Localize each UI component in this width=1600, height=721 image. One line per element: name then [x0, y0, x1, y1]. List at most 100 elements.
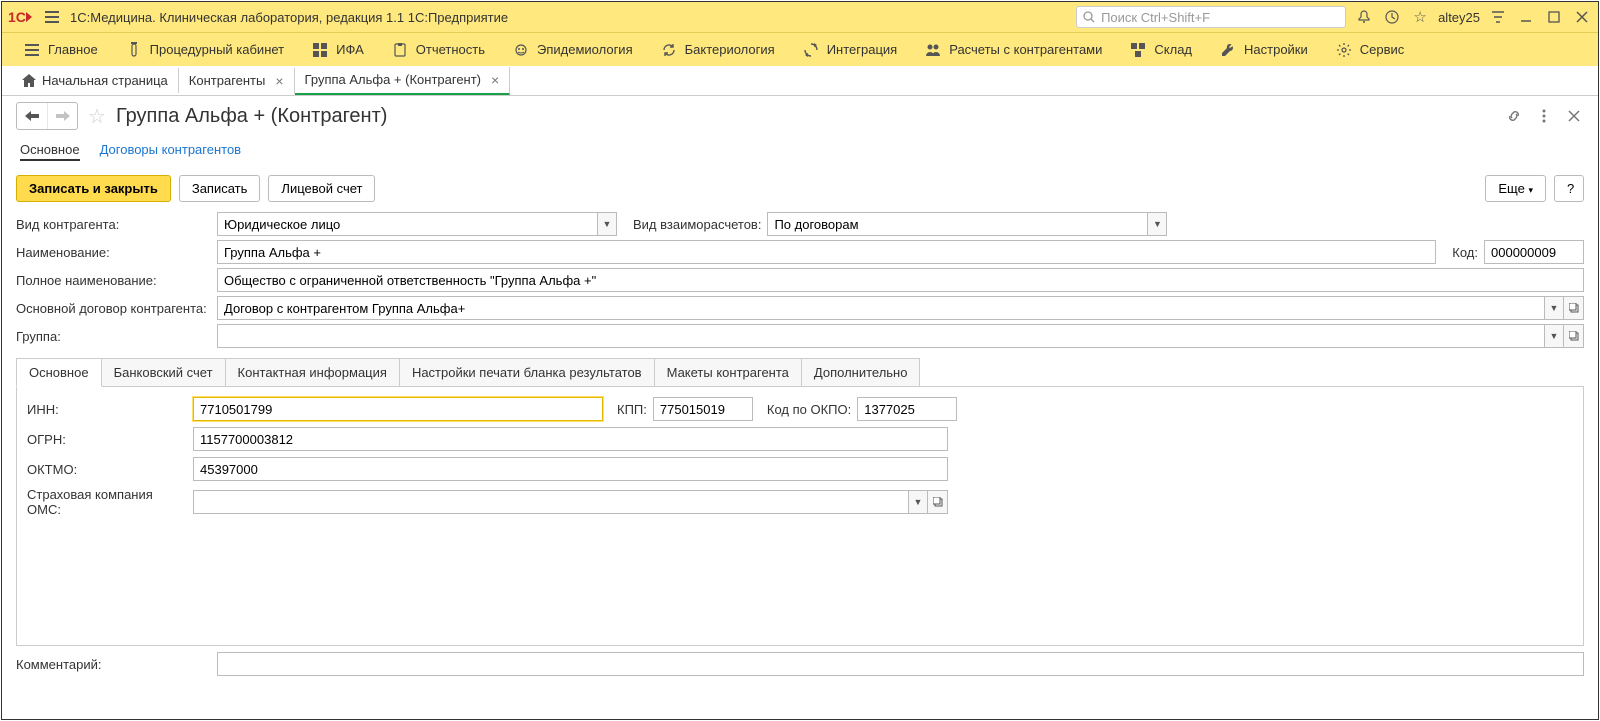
menu-contractors[interactable]: Расчеты с контрагентами	[913, 38, 1114, 62]
close-form-icon[interactable]	[1564, 106, 1584, 126]
bc-tab1-label: Группа Альфа + (Контрагент)	[305, 72, 481, 87]
name-input[interactable]	[217, 240, 1436, 264]
tab-print[interactable]: Настройки печати бланка результатов	[399, 358, 655, 386]
form-grid: Вид контрагента: ▼ Вид взаиморасчетов: ▼…	[2, 208, 1598, 352]
star-icon[interactable]: ☆	[1410, 7, 1430, 27]
group-dropdown-icon[interactable]: ▼	[1544, 324, 1564, 348]
sync-icon	[803, 42, 819, 58]
kind-input[interactable]	[217, 212, 597, 236]
form-header: ☆ Группа Альфа + (Контрагент)	[2, 96, 1598, 136]
fullname-input[interactable]	[217, 268, 1584, 292]
clipboard-icon	[392, 42, 408, 58]
kebab-icon[interactable]	[1534, 106, 1554, 126]
bell-icon[interactable]	[1354, 7, 1374, 27]
insurance-dropdown-icon[interactable]: ▼	[908, 490, 928, 514]
hamburger-icon[interactable]	[42, 7, 62, 27]
fullname-label: Полное наименование:	[16, 273, 211, 288]
filter-icon[interactable]	[1488, 7, 1508, 27]
subnav: Основное Договоры контрагентов	[2, 136, 1598, 169]
breadcrumb-home[interactable]: Начальная страница	[12, 68, 179, 93]
kind-dropdown-icon[interactable]: ▼	[597, 212, 617, 236]
ogrn-label: ОГРН:	[27, 432, 187, 447]
settle-label: Вид взаиморасчетов:	[633, 217, 761, 232]
kpp-label: КПП:	[617, 402, 647, 417]
close-tab-icon[interactable]: ×	[491, 72, 499, 88]
contract-label: Основной договор контрагента:	[16, 301, 211, 316]
menu-reports[interactable]: Отчетность	[380, 38, 497, 62]
menu-ifa[interactable]: ИФА	[300, 38, 376, 62]
nav-forward-button[interactable]	[47, 103, 77, 129]
link-icon[interactable]	[1504, 106, 1524, 126]
insurance-label: Страховая компания ОМС:	[27, 487, 187, 517]
menu-epidemiology[interactable]: Эпидемиология	[501, 38, 645, 62]
code-input[interactable]	[1484, 240, 1584, 264]
menu-bacteriology[interactable]: Бактериология	[649, 38, 787, 62]
subnav-contracts[interactable]: Договоры контрагентов	[100, 140, 242, 161]
menu-procedure[interactable]: Процедурный кабинет	[114, 38, 296, 62]
boxes-icon	[1130, 42, 1146, 58]
breadcrumb-bar: Начальная страница Контрагенты × Группа …	[2, 66, 1598, 96]
breadcrumb-tab-current[interactable]: Группа Альфа + (Контрагент) ×	[295, 67, 511, 95]
menu-main-label: Главное	[48, 42, 98, 57]
breadcrumb-tab-contractors[interactable]: Контрагенты ×	[179, 68, 295, 94]
minimize-icon[interactable]	[1516, 7, 1536, 27]
contract-dropdown-icon[interactable]: ▼	[1544, 296, 1564, 320]
okpo-input[interactable]	[857, 397, 957, 421]
comment-input[interactable]	[217, 652, 1584, 676]
inn-input[interactable]	[193, 397, 603, 421]
oktmo-label: ОКТМО:	[27, 462, 187, 477]
subnav-main[interactable]: Основное	[20, 140, 80, 161]
tab-bank[interactable]: Банковский счет	[101, 358, 226, 386]
menu-service[interactable]: Сервис	[1324, 38, 1417, 62]
oktmo-input[interactable]	[193, 457, 948, 481]
menu-main[interactable]: Главное	[12, 38, 110, 62]
comment-row: Комментарий:	[2, 646, 1598, 682]
ogrn-input[interactable]	[193, 427, 948, 451]
user-label[interactable]: altey25	[1438, 10, 1480, 25]
insurance-open-icon[interactable]	[928, 490, 948, 514]
group-input[interactable]	[217, 324, 1544, 348]
page-title: Группа Альфа + (Контрагент)	[116, 105, 387, 128]
kpp-input[interactable]	[653, 397, 753, 421]
tab-main[interactable]: Основное	[16, 358, 102, 387]
close-icon[interactable]	[1572, 7, 1592, 27]
contract-open-icon[interactable]	[1564, 296, 1584, 320]
name-label: Наименование:	[16, 245, 211, 260]
account-button[interactable]: Лицевой счет	[268, 175, 375, 202]
contract-input[interactable]	[217, 296, 1544, 320]
nav-back-button[interactable]	[17, 103, 47, 129]
global-search-input[interactable]: Поиск Ctrl+Shift+F	[1076, 6, 1346, 28]
tube-icon	[126, 42, 142, 58]
code-label: Код:	[1452, 245, 1478, 260]
maximize-icon[interactable]	[1544, 7, 1564, 27]
settle-dropdown-icon[interactable]: ▼	[1147, 212, 1167, 236]
tab-templates[interactable]: Макеты контрагента	[654, 358, 802, 386]
app-logo: 1С	[8, 9, 34, 25]
tab-contact[interactable]: Контактная информация	[225, 358, 400, 386]
menu-contr-label: Расчеты с контрагентами	[949, 42, 1102, 57]
close-tab-icon[interactable]: ×	[275, 73, 283, 89]
form-toolbar: Записать и закрыть Записать Лицевой счет…	[2, 169, 1598, 208]
save-button[interactable]: Записать	[179, 175, 261, 202]
favorite-star-icon[interactable]: ☆	[88, 104, 106, 129]
tab-extra[interactable]: Дополнительно	[801, 358, 921, 386]
menu-lines-icon	[24, 42, 40, 58]
menu-ifa-label: ИФА	[336, 42, 364, 57]
window-titlebar: 1С 1С:Медицина. Клиническая лаборатория,…	[2, 2, 1598, 32]
bc-tab0-label: Контрагенты	[189, 73, 266, 88]
more-button[interactable]: Еще ▾	[1485, 175, 1546, 202]
virus-icon	[513, 42, 529, 58]
detail-tabs: Основное Банковский счет Контактная инфо…	[16, 358, 1584, 646]
help-button[interactable]: ?	[1554, 175, 1584, 202]
grid-icon	[312, 42, 328, 58]
group-open-icon[interactable]	[1564, 324, 1584, 348]
menu-settings[interactable]: Настройки	[1208, 38, 1320, 62]
insurance-input[interactable]	[193, 490, 908, 514]
menu-warehouse[interactable]: Склад	[1118, 38, 1204, 62]
app-title: 1С:Медицина. Клиническая лаборатория, ре…	[70, 10, 508, 25]
menu-integration[interactable]: Интеграция	[791, 38, 910, 62]
group-label: Группа:	[16, 329, 211, 344]
save-close-button[interactable]: Записать и закрыть	[16, 175, 171, 202]
history-icon[interactable]	[1382, 7, 1402, 27]
settle-input[interactable]	[767, 212, 1147, 236]
